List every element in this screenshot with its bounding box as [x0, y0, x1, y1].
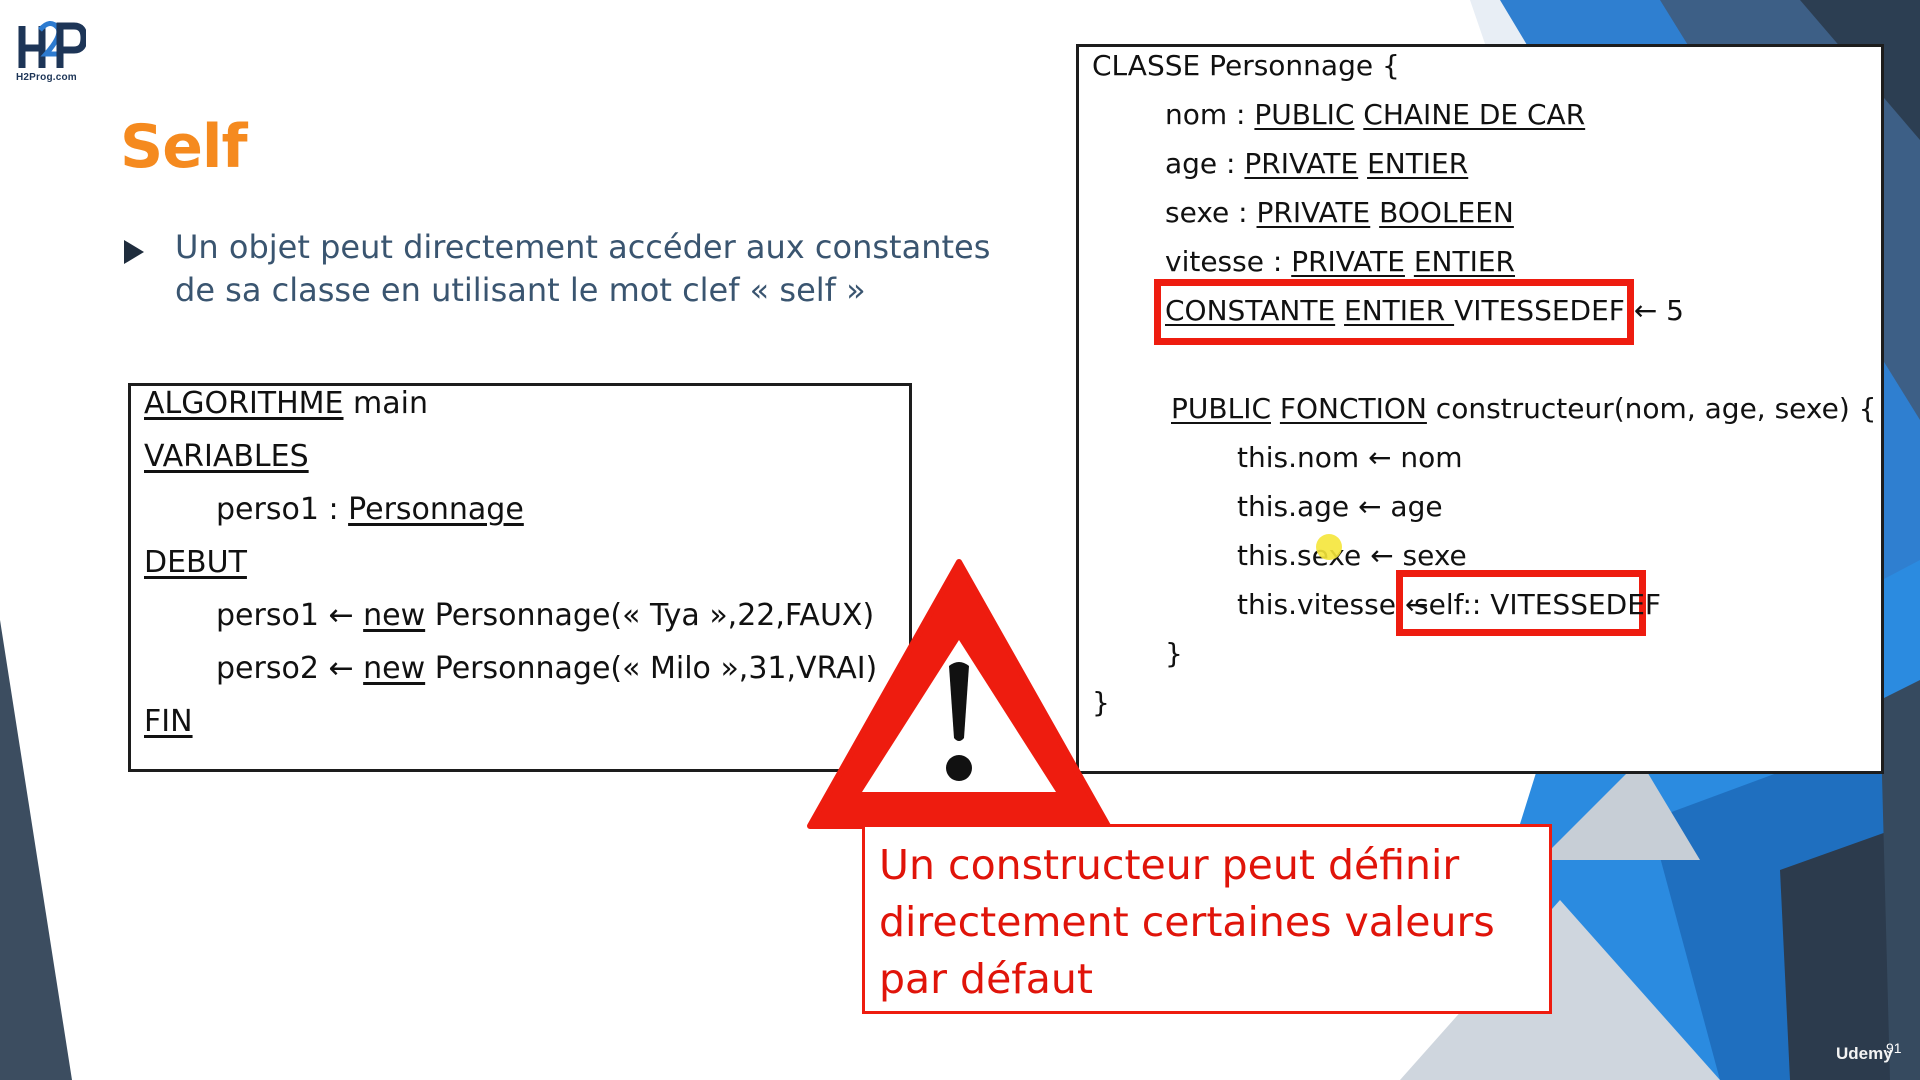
h2prog-logo: H2Prog.com: [16, 18, 90, 88]
algo-type: Personnage: [348, 492, 524, 527]
algo-keyword: new: [363, 651, 426, 686]
logo-site-text: H2Prog.com: [16, 72, 77, 83]
class-keyword: CHAINE DE CAR: [1363, 98, 1586, 131]
class-line-6: CONSTANTE ENTIER VITESSEDEF ← 5: [1165, 294, 1684, 327]
class-text: constructeur(nom, age, sexe) {: [1426, 392, 1877, 425]
class-keyword: PRIVATE: [1244, 147, 1359, 180]
class-text: sexe :: [1165, 196, 1257, 229]
algo-line-3: perso1 : Personnage: [216, 492, 524, 527]
class-box: CLASSE Personnage { nom : PUBLIC CHAINE …: [1076, 44, 1884, 774]
algo-line-2: VARIABLES: [144, 439, 309, 474]
algo-keyword: DEBUT: [144, 545, 247, 580]
class-line-8: this.nom ← nom: [1237, 441, 1463, 474]
warning-message-box: Un constructeur peut définir directement…: [862, 824, 1552, 1014]
class-line-4: sexe : PRIVATE BOOLEEN: [1165, 196, 1514, 229]
class-line-3: age : PRIVATE ENTIER: [1165, 147, 1468, 180]
bullet-text: Un objet peut directement accéder aux co…: [175, 228, 991, 309]
algo-line-6: perso2 ← new Personnage(« Milo »,31,VRAI…: [216, 651, 877, 686]
class-keyword: ENTIER: [1413, 245, 1516, 278]
class-keyword: ENTIER: [1367, 147, 1469, 180]
class-text: nom :: [1165, 98, 1255, 131]
algo-keyword: ALGORITHME: [144, 386, 344, 421]
udemy-watermark: Udemy: [1836, 1044, 1893, 1063]
algo-keyword: new: [363, 598, 426, 633]
class-keyword: CONSTANTE: [1165, 294, 1336, 327]
algo-line-7: FIN: [144, 704, 193, 739]
algo-line-5: perso1 ← new Personnage(« Tya »,22,FAUX): [216, 598, 874, 633]
class-keyword: FONCTION: [1279, 392, 1427, 425]
mouse-cursor-highlight: [1316, 534, 1342, 560]
class-keyword: PRIVATE: [1291, 245, 1405, 278]
class-keyword: PUBLIC: [1254, 98, 1355, 131]
class-text: age :: [1165, 147, 1245, 180]
h2p-logo-icon: [18, 21, 88, 68]
class-keyword: PUBLIC: [1171, 392, 1271, 425]
class-line-5: vitesse : PRIVATE ENTIER: [1165, 245, 1515, 278]
algo-keyword: VARIABLES: [144, 439, 309, 474]
class-keyword: ENTIER: [1344, 294, 1455, 327]
class-line-2: nom : PUBLIC CHAINE DE CAR: [1165, 98, 1585, 131]
algo-line-4: DEBUT: [144, 545, 247, 580]
class-line-10: this.sexe ← sexe: [1237, 539, 1467, 572]
class-line-9: this.age ← age: [1237, 490, 1443, 523]
class-line-7: PUBLIC FONCTION constructeur(nom, age, s…: [1171, 392, 1877, 425]
class-keyword: PRIVATE: [1256, 196, 1371, 229]
algorithm-box: ALGORITHME main VARIABLES perso1 : Perso…: [128, 383, 912, 772]
algo-line-1: ALGORITHME main: [144, 386, 428, 421]
algo-text: perso1: [216, 598, 329, 633]
class-line-1: CLASSE Personnage {: [1092, 49, 1400, 82]
warning-message-text: Un constructeur peut définir directement…: [879, 841, 1495, 1003]
algo-text: main: [343, 386, 429, 421]
arrow-left-icon: ←: [328, 651, 364, 686]
warning-triangle-icon: [807, 559, 1111, 829]
bullet-triangle-icon: [124, 240, 144, 264]
page-number: 91: [1886, 1040, 1902, 1056]
class-line-12: }: [1165, 637, 1183, 670]
algo-text: perso1 :: [216, 492, 349, 527]
slide-title: Self: [120, 112, 248, 182]
arrow-left-icon: ←: [328, 598, 364, 633]
class-text: vitesse :: [1165, 245, 1292, 278]
self-constant-text: self:: VITESSEDEF: [1414, 588, 1662, 621]
class-keyword: BOOLEEN: [1379, 196, 1514, 229]
algo-text: perso2: [216, 651, 329, 686]
algo-keyword: FIN: [144, 704, 193, 739]
class-text: VITESSEDEF ← 5: [1454, 294, 1684, 327]
